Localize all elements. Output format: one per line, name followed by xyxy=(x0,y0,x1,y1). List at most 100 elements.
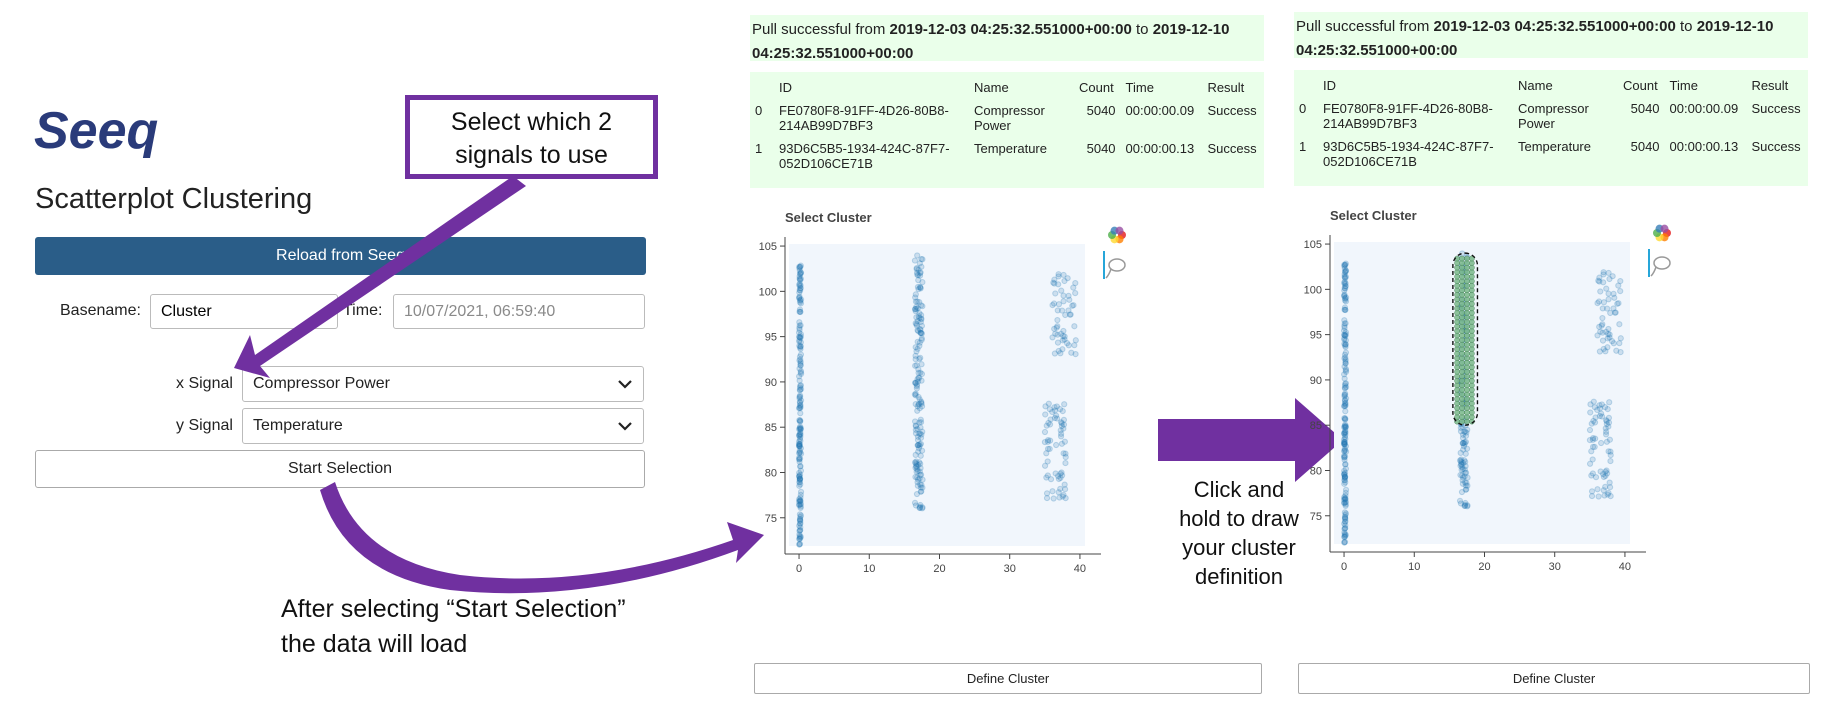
color-wheel-icon xyxy=(1115,226,1124,235)
data-point xyxy=(917,471,924,478)
data-point xyxy=(918,377,925,384)
x-tick-label: 10 xyxy=(1408,561,1420,573)
data-point xyxy=(912,451,919,458)
data-point xyxy=(797,277,804,284)
data-point xyxy=(1049,488,1056,495)
data-point xyxy=(1342,367,1349,374)
data-point xyxy=(1606,399,1613,406)
data-point xyxy=(1044,436,1052,444)
x-tick-label: 10 xyxy=(863,563,875,575)
data-point xyxy=(1617,288,1624,295)
table-header: ID Name Count Time Result xyxy=(1323,78,1789,93)
y-tick-label: 100 xyxy=(1304,284,1322,296)
data-point xyxy=(1342,511,1349,519)
y-tick-label: 95 xyxy=(765,332,777,344)
data-point xyxy=(916,283,924,291)
data-point xyxy=(1596,274,1603,281)
data-point xyxy=(1460,459,1467,467)
define-cluster-button[interactable]: Define Cluster xyxy=(754,663,1262,694)
data-point xyxy=(916,419,923,426)
data-point xyxy=(1611,309,1619,316)
selected-point xyxy=(1464,255,1470,262)
data-point xyxy=(1342,275,1349,282)
data-point xyxy=(797,513,804,521)
data-point xyxy=(1341,499,1348,506)
data-point xyxy=(1054,316,1061,324)
lasso-handle-icon xyxy=(1105,268,1112,279)
data-point xyxy=(797,285,804,292)
data-point xyxy=(1604,491,1611,498)
data-point xyxy=(1615,282,1622,289)
data-point xyxy=(1042,411,1049,418)
scatter-plot[interactable]: 0 10 20 30 40 75 80 85 90 95 100 105 xyxy=(745,225,1165,615)
data-point xyxy=(1463,429,1470,436)
data-point xyxy=(912,430,920,437)
data-point xyxy=(1463,486,1470,493)
data-point xyxy=(1052,330,1059,337)
data-point xyxy=(1070,302,1077,309)
data-point xyxy=(913,348,920,355)
data-point xyxy=(1072,337,1079,344)
data-point xyxy=(1342,415,1349,422)
data-point xyxy=(1071,342,1078,349)
data-point xyxy=(1052,290,1059,297)
y-tick-label: 85 xyxy=(1310,420,1322,432)
data-point xyxy=(913,314,920,321)
data-point xyxy=(1462,469,1469,476)
data-point xyxy=(1341,265,1348,272)
data-point xyxy=(796,442,803,450)
data-point xyxy=(918,302,925,309)
data-point xyxy=(1342,408,1349,415)
data-point xyxy=(797,382,804,389)
data-point xyxy=(917,269,924,276)
data-point xyxy=(1586,426,1594,434)
data-point xyxy=(1588,448,1595,455)
data-point xyxy=(1059,493,1066,500)
data-point xyxy=(797,533,804,540)
data-point xyxy=(1043,450,1050,457)
data-point xyxy=(1456,497,1464,504)
plot-toolbar xyxy=(1103,226,1126,279)
data-point xyxy=(1605,423,1612,430)
data-point xyxy=(1603,417,1610,424)
arrow-to-plot xyxy=(320,482,764,594)
data-point xyxy=(797,481,804,488)
data-point xyxy=(1060,292,1067,299)
data-point xyxy=(1600,279,1607,286)
select-signals-callout: Select which 2 signals to use xyxy=(405,95,658,179)
data-point xyxy=(1058,430,1065,437)
data-point xyxy=(1060,298,1067,305)
data-point xyxy=(1598,322,1605,329)
signal-table: ID Name Count Time Result 0 FE0780F8-91FF-4D… xyxy=(750,72,1264,188)
data-point xyxy=(1060,332,1067,340)
data-point xyxy=(918,488,925,495)
scatter-plot[interactable]: 0 10 20 30 40 75 80 85 90 95 100 105 xyxy=(1290,223,1710,613)
data-point xyxy=(1055,281,1062,288)
x-tick-label: 0 xyxy=(796,563,802,575)
data-point xyxy=(1461,439,1468,446)
data-point xyxy=(917,369,924,376)
table-row: 0 FE0780F8-91FF-4D26-80B8-214AB99D7BF3 Co… xyxy=(755,103,1257,133)
data-point xyxy=(797,410,804,417)
data-point xyxy=(1587,409,1594,416)
data-point xyxy=(1072,351,1079,358)
x-tick-label: 20 xyxy=(933,563,945,575)
lasso-handle-icon xyxy=(1650,266,1657,277)
data-point xyxy=(1061,401,1068,408)
data-point xyxy=(1342,461,1349,468)
data-point xyxy=(1062,450,1069,457)
data-point xyxy=(916,342,923,350)
data-point xyxy=(1342,380,1349,387)
data-point xyxy=(1610,340,1617,347)
data-point xyxy=(1603,467,1610,474)
data-point xyxy=(1342,424,1349,431)
data-point xyxy=(1603,428,1610,435)
data-point xyxy=(911,499,919,506)
data-point xyxy=(1054,339,1062,346)
data-point xyxy=(917,452,924,459)
data-point xyxy=(796,449,803,456)
define-cluster-button[interactable]: Define Cluster xyxy=(1298,663,1810,694)
data-point xyxy=(1615,300,1622,307)
table-row: 1 93D6C5B5-1934-424C-87F7-052D106CE71B Te… xyxy=(755,141,1257,171)
pull-status: Pull successful from 2019-12-03 04:25:32… xyxy=(1294,12,1808,59)
